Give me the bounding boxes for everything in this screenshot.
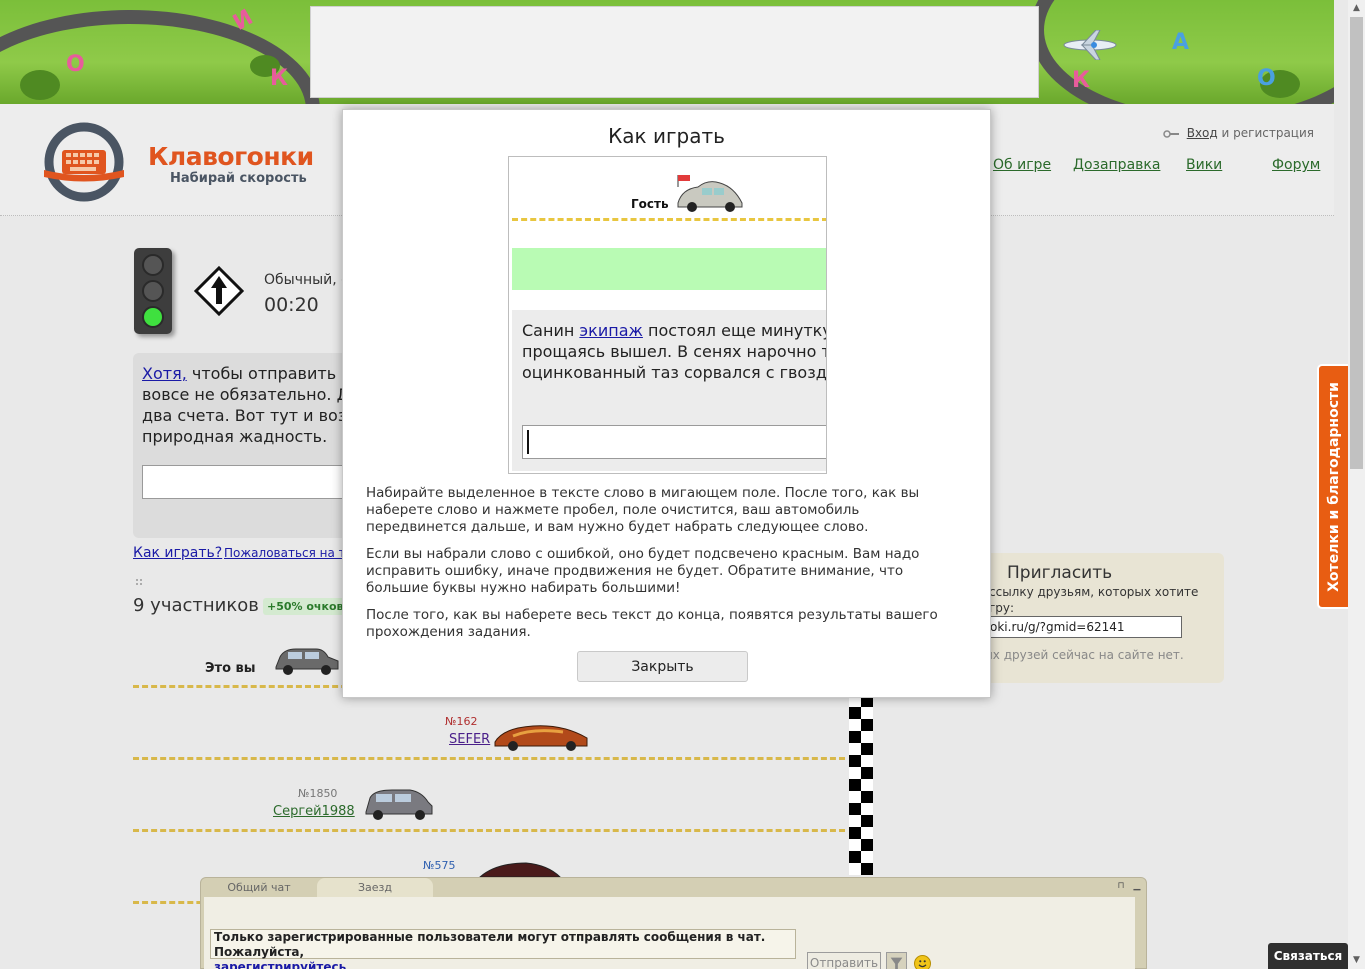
scroll-down-icon[interactable]: ▼ bbox=[1348, 952, 1365, 969]
demo-text: Санин экипаж постоял еще минутку и, прощ… bbox=[522, 320, 827, 383]
demo-current-word: экипаж bbox=[579, 321, 643, 340]
demo-road-line bbox=[512, 218, 826, 221]
close-button[interactable]: Закрыть bbox=[577, 651, 748, 682]
demo-input-field bbox=[522, 425, 826, 459]
demo-text-line: прощаясь вышел. В сенях нарочно топ bbox=[522, 342, 827, 361]
modal-title: Как играть bbox=[608, 124, 725, 148]
demo-text-start: Санин bbox=[522, 321, 575, 340]
demo-car-icon bbox=[677, 175, 743, 212]
demo-text-rest: постоял еще минутку и, bbox=[648, 321, 827, 340]
scroll-up-icon[interactable]: ▲ bbox=[1348, 0, 1365, 17]
how-to-play-modal: Как играть Гость Санин экипаж постоял ещ… bbox=[342, 109, 991, 698]
demo-animation: Гость Санин экипаж постоял еще минутку и… bbox=[508, 156, 827, 474]
page-scrollbar[interactable]: ▲ ▼ bbox=[1348, 0, 1365, 969]
demo-guest-label: Гость bbox=[631, 197, 669, 211]
modal-paragraph: Набирайте выделенное в тексте слово в ми… bbox=[366, 485, 920, 535]
demo-caret bbox=[527, 430, 529, 454]
demo-progress-bar bbox=[512, 248, 826, 290]
modal-paragraph: После того, как вы наберете весь текст д… bbox=[366, 607, 938, 640]
scrollbar-thumb[interactable] bbox=[1350, 17, 1363, 469]
modal-paragraph: Если вы набрали слово с ошибкой, оно буд… bbox=[366, 546, 920, 596]
demo-text-line: оцинкованный таз сорвался с гвоздя и bbox=[522, 363, 827, 382]
